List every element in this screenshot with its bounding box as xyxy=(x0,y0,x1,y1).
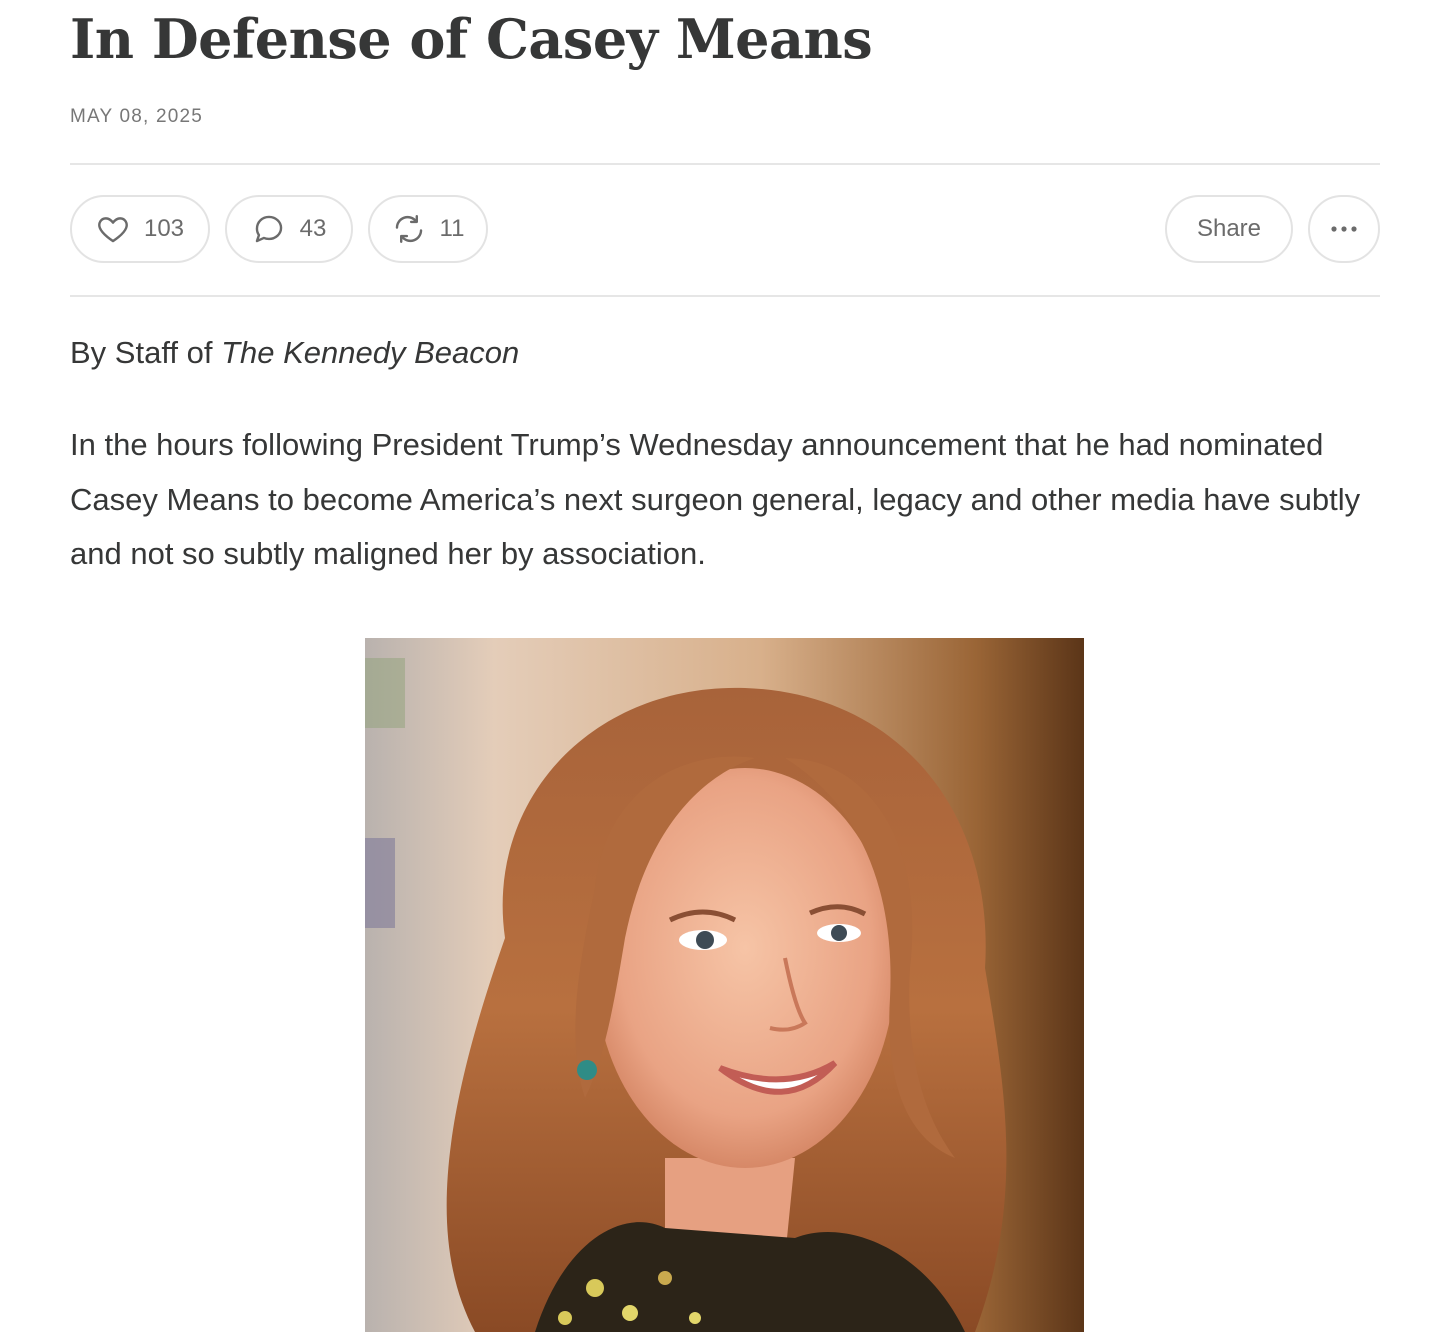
like-count: 103 xyxy=(143,215,185,242)
like-button[interactable]: 103 xyxy=(70,195,210,263)
post-action-bar: 103 43 11 Share xyxy=(70,195,1380,267)
restack-count: 11 xyxy=(439,215,465,242)
byline: By Staff of The Kennedy Beacon xyxy=(70,330,519,376)
byline-publication: The Kennedy Beacon xyxy=(221,335,520,370)
ellipsis-icon xyxy=(1329,225,1359,233)
comment-button[interactable]: 43 xyxy=(225,195,353,263)
lead-paragraph: In the hours following President Trump’s… xyxy=(70,427,1361,571)
post-date: MAY 08, 2025 xyxy=(70,106,204,127)
divider-bottom xyxy=(70,295,1380,297)
speech-bubble-icon xyxy=(252,212,286,246)
byline-prefix: By Staff of xyxy=(70,335,222,370)
divider-top xyxy=(70,163,1380,165)
post-article: In Defense of Casey Means MAY 08, 2025 1… xyxy=(70,0,1380,571)
more-options-button[interactable] xyxy=(1308,195,1380,263)
restack-arrows-icon xyxy=(392,212,426,246)
share-button[interactable]: Share xyxy=(1165,195,1293,263)
share-label: Share xyxy=(1196,215,1262,242)
portrait-photo xyxy=(365,638,1084,1332)
comment-count: 43 xyxy=(299,215,327,242)
restack-button[interactable]: 11 xyxy=(368,195,488,263)
heart-icon xyxy=(96,212,130,246)
post-title: In Defense of Casey Means xyxy=(70,7,873,71)
